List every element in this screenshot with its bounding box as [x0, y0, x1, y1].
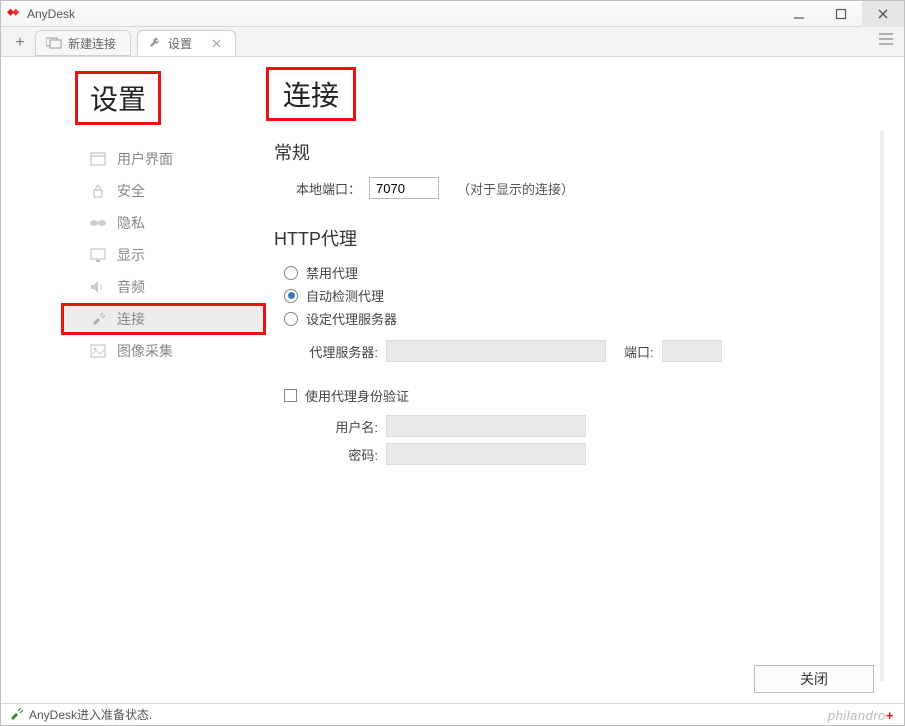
local-port-input[interactable]: [369, 177, 439, 199]
section-proxy-heading: HTTP代理: [274, 225, 870, 251]
checkbox-icon: [284, 389, 297, 402]
proxy-port-input[interactable]: [662, 340, 722, 362]
section-general-heading: 常规: [274, 139, 870, 165]
sidebar-item-label: 音频: [117, 277, 145, 297]
radio-label: 自动检测代理: [306, 286, 384, 305]
proxy-server-input[interactable]: [386, 340, 606, 362]
proxy-pass-label: 密码:: [326, 445, 378, 464]
panel-button-row: 关闭: [754, 665, 874, 693]
proxy-user-input[interactable]: [386, 415, 586, 437]
sidebar-item-label: 隐私: [117, 213, 145, 233]
proxy-auth-checkbox[interactable]: 使用代理身份验证: [284, 386, 870, 405]
brand-text: philandro+: [828, 708, 894, 723]
tab-label: 设置: [168, 35, 192, 52]
sidebar-heading: 设置: [75, 71, 161, 125]
proxy-server-row: 代理服务器: 端口:: [306, 340, 870, 362]
proxy-pass-row: 密码:: [326, 443, 870, 465]
checkbox-label: 使用代理身份验证: [305, 386, 409, 405]
sidebar-item-label: 安全: [117, 181, 145, 201]
display-icon: [89, 248, 107, 262]
proxy-server-label: 代理服务器:: [306, 342, 378, 361]
new-tab-button[interactable]: +: [5, 30, 35, 56]
image-icon: [89, 344, 107, 358]
proxy-user-row: 用户名:: [326, 415, 870, 437]
menu-button[interactable]: [878, 32, 894, 46]
app-title: AnyDesk: [27, 7, 75, 21]
sidebar-item-security[interactable]: 安全: [61, 175, 251, 207]
radio-label: 禁用代理: [306, 263, 358, 282]
status-text: AnyDesk进入准备状态.: [29, 706, 152, 723]
plug-icon: [89, 312, 107, 326]
radio-label: 设定代理服务器: [306, 309, 397, 328]
proxy-port-label: 端口:: [624, 342, 654, 361]
sidebar-item-label: 用户界面: [117, 149, 173, 169]
sidebar-item-privacy[interactable]: 隐私: [61, 207, 251, 239]
panel-title: 连接: [266, 67, 356, 121]
status-icon: [9, 708, 23, 722]
close-button[interactable]: 关闭: [754, 665, 874, 693]
sidebar-item-connection[interactable]: 连接: [61, 303, 266, 335]
maximize-button[interactable]: [820, 1, 862, 27]
proxy-pass-input[interactable]: [386, 443, 586, 465]
radio-icon: [284, 289, 298, 303]
glasses-icon: [89, 218, 107, 228]
settings-sidebar: 设置 用户界面 安全 隐私 显示 音频 连接 图像采集: [1, 57, 266, 703]
speaker-icon: [89, 280, 107, 294]
sidebar-item-display[interactable]: 显示: [61, 239, 251, 271]
sidebar-item-capture[interactable]: 图像采集: [61, 335, 251, 367]
sidebar-item-label: 连接: [117, 309, 145, 329]
local-port-hint: （对于显示的连接）: [457, 179, 574, 198]
close-window-button[interactable]: [862, 1, 904, 27]
proxy-radio-disable[interactable]: 禁用代理: [284, 263, 870, 282]
proxy-user-label: 用户名:: [326, 417, 378, 436]
status-bar: AnyDesk进入准备状态. philandro+: [1, 703, 904, 725]
wrench-icon: [148, 36, 162, 50]
minimize-button[interactable]: [778, 1, 820, 27]
tab-new-connection[interactable]: 新建连接: [35, 30, 131, 56]
proxy-radio-auto[interactable]: 自动检测代理: [284, 286, 870, 305]
proxy-radio-manual[interactable]: 设定代理服务器: [284, 309, 870, 328]
window-controls: [778, 1, 904, 27]
radio-icon: [284, 312, 298, 326]
panel-scroll[interactable]: 常规 本地端口： （对于显示的连接） HTTP代理 禁用代理 自动检测代理 设定…: [266, 131, 884, 681]
title-bar: AnyDesk: [1, 1, 904, 27]
local-port-row: 本地端口： （对于显示的连接）: [296, 177, 870, 199]
close-tab-button[interactable]: [212, 39, 221, 48]
tab-settings[interactable]: 设置: [137, 30, 236, 56]
sidebar-item-ui[interactable]: 用户界面: [61, 143, 251, 175]
tab-bar: + 新建连接 设置: [1, 27, 904, 57]
monitor-icon: [46, 37, 62, 49]
tab-label: 新建连接: [68, 35, 116, 52]
lock-icon: [89, 184, 107, 198]
settings-panel: 连接 常规 本地端口： （对于显示的连接） HTTP代理 禁用代理 自动检测代理…: [266, 57, 904, 703]
sidebar-item-label: 显示: [117, 245, 145, 265]
sidebar-item-label: 图像采集: [117, 341, 173, 361]
app-logo-icon: [7, 7, 21, 21]
local-port-label: 本地端口：: [296, 179, 361, 198]
radio-icon: [284, 266, 298, 280]
content-area: 设置 用户界面 安全 隐私 显示 音频 连接 图像采集: [1, 57, 904, 703]
ui-icon: [89, 152, 107, 166]
sidebar-item-audio[interactable]: 音频: [61, 271, 251, 303]
